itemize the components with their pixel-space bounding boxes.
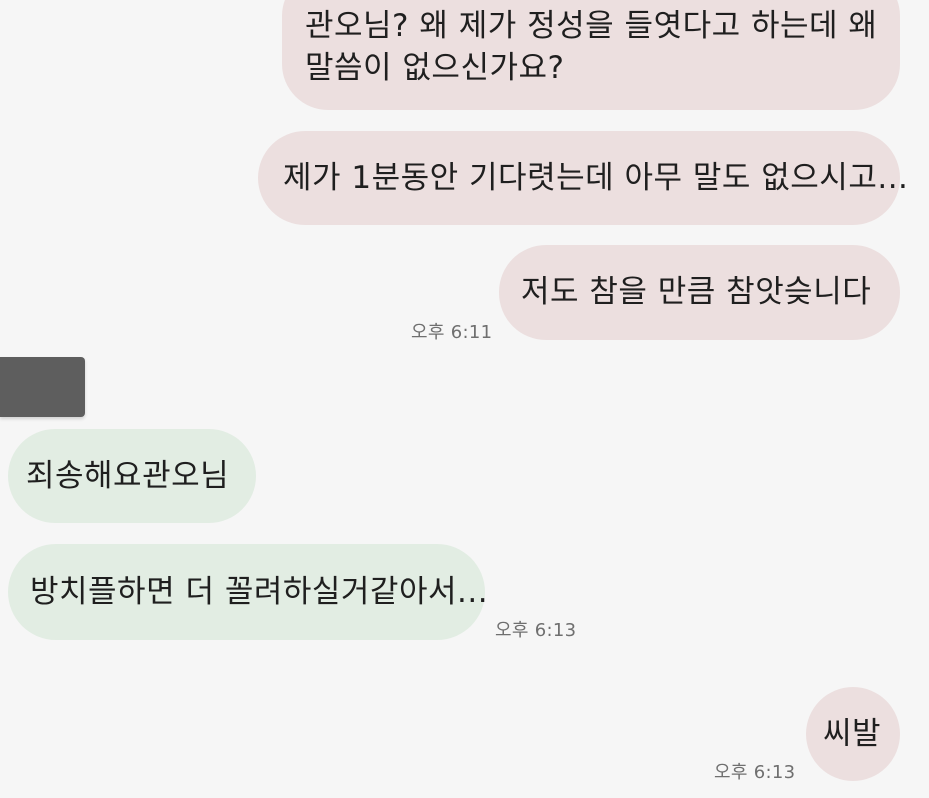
message-timestamp: 오후 6:13 (714, 762, 796, 783)
message-bubble-outgoing[interactable]: 씨발 (806, 687, 900, 781)
message-text: 제가 1분동안 기다렷는데 아무 말도 없으시고... (283, 160, 909, 196)
message-bubble-outgoing[interactable]: 관오님? 왜 제가 정성을 들엿다고 하는데 왜 말씀이 없으신가요? (282, 0, 900, 110)
message-text: 죄송해요관오님 (26, 458, 230, 494)
message-text: 저도 참을 만큼 참앗슺니다 (521, 274, 872, 310)
message-text-line: 말씀이 없으신가요? (305, 50, 565, 86)
message-timestamp: 오후 6:13 (495, 620, 577, 641)
message-bubble-outgoing[interactable]: 저도 참을 만큼 참앗슺니다 (499, 245, 900, 340)
message-text: 방치플하면 더 꼴려하실거같아서... (30, 574, 489, 610)
message-timestamp: 오후 6:11 (411, 322, 493, 343)
message-bubble-outgoing[interactable]: 제가 1분동안 기다렷는데 아무 말도 없으시고... (258, 131, 908, 225)
message-text: 씨발 (823, 716, 882, 752)
message-text-line: 관오님? 왜 제가 정성을 들엿다고 하는데 왜 (305, 8, 878, 44)
message-bubble-incoming[interactable]: 죄송해요관오님 (8, 429, 256, 523)
avatar[interactable] (0, 357, 85, 417)
message-bubble-incoming[interactable]: 방치플하면 더 꼴려하실거같아서... (8, 544, 489, 640)
